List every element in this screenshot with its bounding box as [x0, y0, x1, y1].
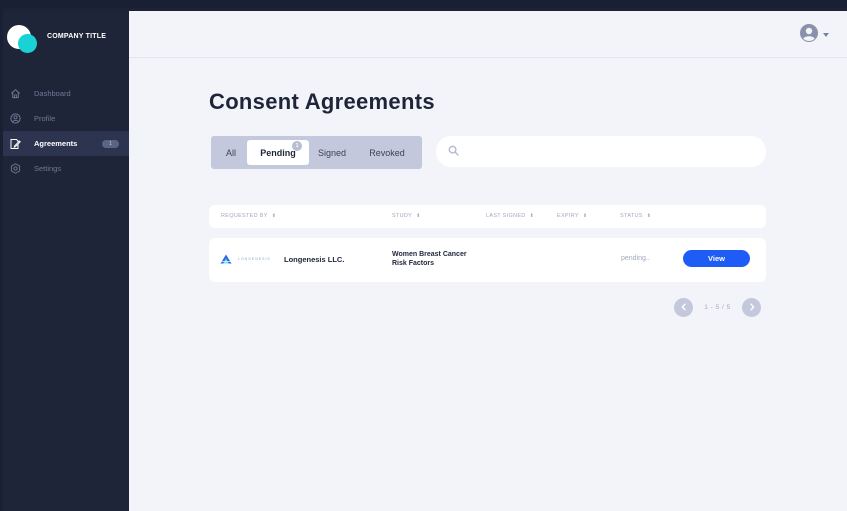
column-label: LAST SIGNED [486, 213, 526, 219]
page-title: Consent Agreements [209, 89, 435, 114]
search-icon [448, 143, 459, 161]
agreements-count-badge: 1 [102, 140, 119, 148]
table-row: LONGENESIS Longenesis LLC. Women Breast … [209, 238, 766, 282]
sort-icon: ⬍ [529, 213, 535, 219]
column-header-requested-by[interactable]: REQUESTED BY ⬍ [221, 213, 276, 219]
sidebar-item-dashboard[interactable]: Dashboard [3, 81, 129, 106]
column-label: STUDY [392, 213, 413, 219]
tab-all[interactable]: All [215, 140, 247, 165]
sidebar-item-label: Agreements [34, 139, 78, 148]
document-sign-icon [9, 138, 21, 150]
sort-icon: ⬍ [416, 213, 421, 219]
longenesis-logo-icon [220, 254, 234, 264]
chevron-right-icon [749, 303, 754, 311]
company-logo [7, 25, 39, 55]
org-logo-wordmark: LONGENESIS [238, 257, 271, 261]
org-logo: LONGENESIS [220, 254, 274, 264]
user-menu[interactable] [799, 23, 833, 48]
previous-page-button[interactable] [674, 297, 693, 317]
chevron-left-icon [681, 303, 686, 311]
top-bar [129, 11, 847, 58]
sidebar: COMPANY TITLE Dashboard Profile Agreemen… [3, 11, 132, 511]
filter-tabs: All Pending 1 Signed Revoked [211, 136, 422, 169]
gear-icon [9, 163, 21, 175]
sort-icon: ⬍ [646, 213, 652, 219]
column-header-study[interactable]: STUDY ⬍ [392, 213, 421, 219]
tab-pending[interactable]: Pending 1 [247, 140, 309, 165]
chevron-down-icon [823, 33, 829, 37]
window-top-band [0, 0, 847, 8]
user-avatar-icon [799, 23, 819, 48]
column-label: STATUS [620, 213, 643, 219]
view-button[interactable]: View [683, 250, 750, 267]
sidebar-item-label: Profile [34, 114, 56, 123]
home-icon [9, 88, 21, 100]
tab-label: Pending [260, 147, 296, 158]
table-header: REQUESTED BY ⬍ STUDY ⬍ LAST SIGNED ⬍ EXPIRY… [209, 205, 766, 228]
column-header-last-signed[interactable]: LAST SIGNED ⬍ [486, 213, 534, 219]
status-text: pending.. [621, 255, 650, 262]
org-name: Longenesis LLC. [284, 255, 345, 264]
column-label: EXPIRY [557, 213, 579, 219]
sidebar-nav: Dashboard Profile Agreements 1 Settings [3, 81, 132, 181]
sidebar-item-label: Dashboard [34, 89, 71, 98]
column-label: REQUESTED BY [221, 213, 268, 219]
brand[interactable]: COMPANY TITLE [7, 25, 127, 55]
pending-count-badge: 1 [292, 141, 302, 151]
sidebar-item-label: Settings [34, 164, 62, 173]
sort-icon: ⬍ [271, 213, 277, 219]
search-box [436, 136, 766, 167]
column-header-status[interactable]: STATUS ⬍ [620, 213, 651, 219]
next-page-button[interactable] [742, 297, 761, 317]
sort-icon: ⬍ [582, 213, 588, 219]
tab-signed[interactable]: Signed [309, 140, 355, 165]
page-indicator: 1 - 5 / 5 [704, 303, 731, 311]
company-title: COMPANY TITLE [47, 33, 107, 40]
search-input[interactable] [467, 141, 757, 162]
study-name: Women Breast Cancer Risk Factors [392, 251, 467, 267]
pagination: 1 - 5 / 5 [674, 297, 769, 317]
tab-revoked[interactable]: Revoked [355, 140, 419, 165]
main-content: Consent Agreements All Pending 1 Signed … [129, 11, 847, 511]
sidebar-item-profile[interactable]: Profile [3, 106, 129, 131]
column-header-expiry[interactable]: EXPIRY ⬍ [557, 213, 587, 219]
sidebar-item-agreements[interactable]: Agreements 1 [3, 131, 132, 156]
sidebar-item-settings[interactable]: Settings [3, 156, 129, 181]
user-circle-icon [9, 113, 21, 125]
